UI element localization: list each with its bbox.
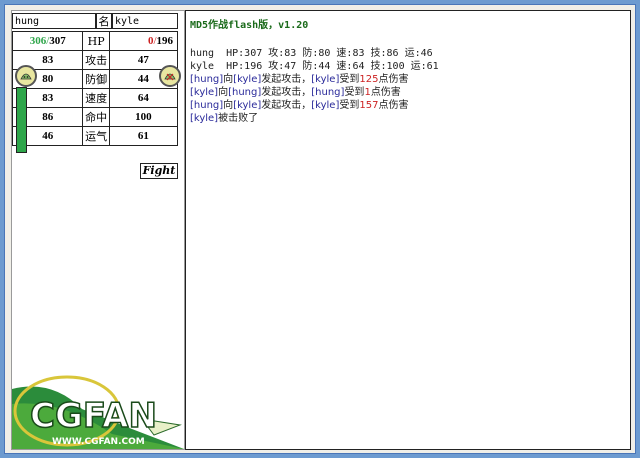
- luck-label: 运气: [82, 126, 110, 146]
- player2-luck: 61: [108, 126, 179, 146]
- log-text: 点伤害: [378, 74, 409, 85]
- log-text: 向: [218, 87, 229, 98]
- stats-panel: hung 名 kyle 306/307 HP 0/196 83 攻击 47 80: [11, 10, 185, 450]
- name-label: 名: [96, 13, 112, 29]
- log-line: [hung]向[kyle]发起攻击，[kyle]受到125点伤害: [190, 73, 408, 86]
- player1-hp: 306/307: [12, 31, 84, 51]
- log-line: [kyle]向[hung]发起攻击，[hung]受到1点伤害: [190, 86, 408, 99]
- atk-label: 攻击: [82, 50, 110, 70]
- log-text: 向: [223, 74, 234, 85]
- stats-table: 306/307 HP 0/196 83 攻击 47 80 防御 44 83 速度: [12, 31, 179, 146]
- target-name: [kyle]: [233, 74, 262, 85]
- attacker-name: [hung]: [190, 74, 224, 85]
- player2-name-field[interactable]: kyle: [112, 13, 178, 29]
- attacker-name: [kyle]: [190, 87, 219, 98]
- player1-hp-gauge: [16, 87, 27, 153]
- def-row: 80 防御 44: [12, 69, 179, 89]
- app-window: hung 名 kyle 306/307 HP 0/196 83 攻击 47 80: [4, 4, 636, 454]
- damage-value: 157: [359, 100, 379, 111]
- svg-text:WWW.CGFAN.COM: WWW.CGFAN.COM: [52, 437, 145, 447]
- hit-label: 命中: [82, 107, 110, 127]
- def-label: 防御: [82, 69, 110, 89]
- log-text: 点伤害: [370, 87, 401, 98]
- cgfan-logo: CGFAN WWW.CGFAN.COM: [12, 369, 184, 449]
- hp-label: HP: [82, 31, 110, 51]
- spd-row: 83 速度 64: [12, 88, 179, 108]
- slime-face-icon: [159, 65, 181, 87]
- luck-row: 46 运气 61: [12, 126, 179, 146]
- attacker-name: [hung]: [190, 100, 224, 111]
- player2-hit: 100: [108, 107, 179, 127]
- svg-text:CGFAN: CGFAN: [30, 396, 157, 436]
- slime-face-icon: [15, 65, 37, 87]
- name-bar: hung 名 kyle: [12, 13, 182, 31]
- spd-label: 速度: [82, 88, 110, 108]
- log-text: 发起攻击，: [261, 74, 312, 85]
- log-text: 受到: [344, 87, 365, 98]
- defeat-text: 被击败了: [218, 113, 259, 124]
- atk-row: 83 攻击 47: [12, 50, 179, 70]
- log-text: 向: [223, 100, 234, 111]
- log-text: 发起攻击，: [261, 87, 312, 98]
- damage-value: 125: [359, 74, 379, 85]
- defeat-line: [kyle]被击败了: [190, 112, 408, 125]
- player1-name-field[interactable]: hung: [12, 13, 96, 29]
- log-line: [hung]向[kyle]发起攻击，[kyle]受到157点伤害: [190, 99, 408, 112]
- player2-summary: kyle HP:196 攻:47 防:44 速:64 技:100 运:61: [190, 61, 439, 72]
- fight-button[interactable]: Fight: [140, 163, 178, 179]
- target-name: [kyle]: [233, 100, 262, 111]
- game-title: MD5作战flash版，v1.20: [190, 20, 309, 31]
- player2-spd: 64: [108, 88, 179, 108]
- battle-log-panel: MD5作战flash版，v1.20 hung HP:307 攻:83 防:80 …: [185, 10, 631, 450]
- log-text: 发起攻击，: [261, 100, 312, 111]
- defeated-name: [kyle]: [190, 113, 219, 124]
- player1-hp-max: 307: [49, 35, 66, 47]
- log-text: 点伤害: [378, 100, 409, 111]
- log-text: 受到: [339, 74, 360, 85]
- victim-name: [kyle]: [311, 100, 340, 111]
- victim-name: [hung]: [311, 87, 345, 98]
- battle-log: [hung]向[kyle]发起攻击，[kyle]受到125点伤害 [kyle]向…: [190, 73, 408, 125]
- player2-hp: 0/196: [108, 31, 179, 51]
- hit-row: 86 命中 100: [12, 107, 179, 127]
- log-text: 受到: [339, 100, 360, 111]
- victim-name: [kyle]: [311, 74, 340, 85]
- player1-hp-current: 306: [29, 35, 47, 47]
- target-name: [hung]: [228, 87, 262, 98]
- player2-hp-max: 196: [156, 35, 174, 47]
- hp-row: 306/307 HP 0/196: [12, 31, 179, 51]
